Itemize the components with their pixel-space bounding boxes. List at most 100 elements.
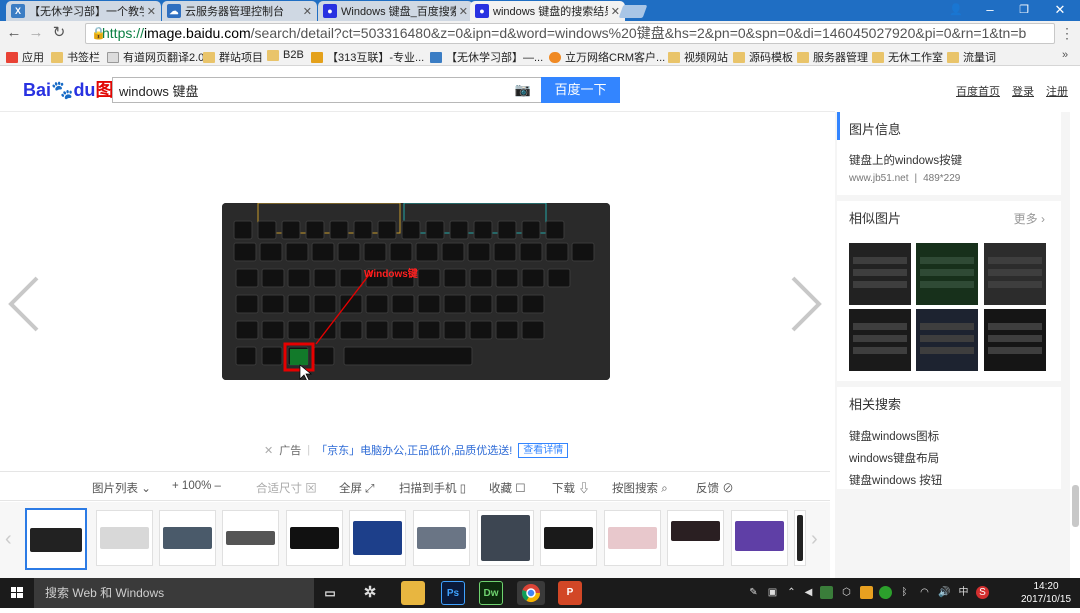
sogou-ime-icon[interactable]: S xyxy=(976,586,989,599)
thumbnail[interactable] xyxy=(794,510,806,566)
dreamweaver-icon[interactable]: Dw xyxy=(479,581,503,605)
photoshop-icon[interactable]: Ps xyxy=(441,581,465,605)
taskbar-search[interactable]: 搜索 Web 和 Windows xyxy=(34,578,314,608)
zoom-out-button[interactable]: – xyxy=(215,480,221,492)
prev-image-arrow-icon[interactable] xyxy=(5,274,45,334)
bookmark-folder[interactable]: B2B xyxy=(267,49,304,61)
zoom-in-button[interactable]: + xyxy=(172,480,179,492)
show-hidden-icons[interactable]: ⌃ xyxy=(785,586,798,599)
thumbnail[interactable] xyxy=(667,510,724,566)
related-search-link[interactable]: windows键盘布局 xyxy=(849,450,939,466)
tab-cloud-console[interactable]: ☁ 云服务器管理控制台 ✕ xyxy=(162,1,317,21)
scan-to-phone-button[interactable]: 扫描到手机 ▯ xyxy=(399,480,466,496)
home-link[interactable]: 百度首页 xyxy=(956,83,1000,99)
user-icon[interactable]: 👤 xyxy=(939,0,973,21)
thumbnail[interactable] xyxy=(477,510,534,566)
close-tab-icon[interactable]: ✕ xyxy=(147,5,156,18)
app-tray-icon[interactable] xyxy=(860,586,873,599)
thumbnail[interactable] xyxy=(349,510,406,566)
forward-arrow-icon[interactable]: → xyxy=(27,24,45,42)
thumbnail[interactable] xyxy=(604,510,661,566)
back-arrow-icon[interactable]: ← xyxy=(5,24,23,42)
similar-image[interactable] xyxy=(984,243,1046,305)
more-similar-link[interactable]: 更多 › xyxy=(1014,210,1045,227)
similar-image[interactable] xyxy=(849,243,911,305)
menu-icon[interactable]: ⋮ xyxy=(1058,24,1076,42)
task-view-icon[interactable]: ▭ xyxy=(318,581,342,605)
ime-lang-indicator[interactable]: 中 xyxy=(957,586,970,599)
fit-size-button[interactable]: 合适尺寸 ⊠ xyxy=(256,480,317,496)
bookmark-folder[interactable]: 流量词 xyxy=(947,49,996,65)
thumbnail[interactable] xyxy=(159,510,216,566)
search-input[interactable] xyxy=(113,78,493,102)
taskbar-clock[interactable]: 14:20 2017/10/15 xyxy=(1016,580,1076,606)
bookmark-folder[interactable]: 群站项目 xyxy=(203,49,263,65)
close-window-button[interactable]: ✕ xyxy=(1043,0,1077,21)
bookmark-apps[interactable]: 应用 xyxy=(6,49,44,65)
bookmark-folder[interactable]: 服务器管理 xyxy=(797,49,868,65)
camera-icon[interactable]: 📷 xyxy=(515,82,531,98)
keyboard-image[interactable]: Windows键 xyxy=(222,203,610,380)
related-search-link[interactable]: 键盘windows 按钮 xyxy=(849,472,942,488)
next-image-arrow-icon[interactable] xyxy=(785,274,825,334)
monitor-tray-icon[interactable]: ▣ xyxy=(766,586,779,599)
restore-button[interactable]: ❐ xyxy=(1007,0,1041,21)
login-link[interactable]: 登录 xyxy=(1012,83,1034,99)
search-by-image-button[interactable]: 按图搜索 ⌕ xyxy=(612,480,668,496)
wifi-icon[interactable]: ◠ xyxy=(918,586,931,599)
ad-detail-button[interactable]: 查看详情 xyxy=(518,442,569,458)
favorite-button[interactable]: 收藏 ☐ xyxy=(489,480,526,496)
similar-image[interactable] xyxy=(849,309,911,371)
search-button[interactable]: 百度一下 xyxy=(541,77,620,103)
thumbnail[interactable] xyxy=(222,510,279,566)
register-link[interactable]: 注册 xyxy=(1046,83,1068,99)
more-bookmarks-icon[interactable]: » xyxy=(1062,49,1068,61)
bookmark-folder[interactable]: 源码模板 xyxy=(733,49,793,65)
similar-image[interactable] xyxy=(916,309,978,371)
thumb-prev-arrow-icon[interactable]: ‹ xyxy=(5,528,19,550)
thumbnail[interactable] xyxy=(96,510,153,566)
thumbnail[interactable] xyxy=(731,510,788,566)
thumbnail[interactable] xyxy=(25,508,87,570)
ad-link[interactable]: 「京东」电脑办公,正品低价,品质优选送! xyxy=(316,442,512,458)
thumbnail[interactable] xyxy=(413,510,470,566)
ime-tray-icon[interactable]: ✎ xyxy=(747,586,760,599)
thumb-next-arrow-icon[interactable]: › xyxy=(811,528,825,550)
file-explorer-icon[interactable] xyxy=(401,581,425,605)
reload-icon[interactable]: ↻ xyxy=(50,24,68,42)
bookmark-link[interactable]: 【313互联】-专业... xyxy=(311,49,424,65)
scrollbar-thumb[interactable] xyxy=(1072,485,1079,527)
thumbnail[interactable] xyxy=(540,510,597,566)
close-tab-icon[interactable]: ✕ xyxy=(303,5,312,18)
similar-image[interactable] xyxy=(916,243,978,305)
minimize-button[interactable]: – xyxy=(973,0,1007,21)
bluetooth-tray-icon[interactable]: ᛒ xyxy=(898,586,911,599)
tab-baidu-search[interactable]: ● Windows 键盘_百度搜索 ✕ xyxy=(318,1,473,21)
tab-wuxiu[interactable]: X 【无休学习部】一个教学 ✕ xyxy=(6,1,161,21)
image-list-toggle[interactable]: 图片列表 ⌄ xyxy=(92,480,151,496)
thumbnail[interactable] xyxy=(286,510,343,566)
bookmark-folder[interactable]: 视频网站 xyxy=(668,49,728,65)
bookmark-link[interactable]: 立万网络CRM客户... xyxy=(549,49,665,65)
tab-image-result[interactable]: ● windows 键盘的搜索结果 ✕ xyxy=(470,1,625,21)
similar-image[interactable] xyxy=(984,309,1046,371)
related-search-link[interactable]: 键盘windows图标 xyxy=(849,428,939,444)
close-ad-icon[interactable]: ✕ xyxy=(264,444,273,457)
fullscreen-button[interactable]: 全屏 ⤢ xyxy=(339,480,374,496)
download-button[interactable]: 下载 ⇩ xyxy=(552,480,590,496)
bookmark-folder[interactable]: 书签栏 xyxy=(51,49,100,65)
new-tab-button[interactable] xyxy=(618,5,648,18)
powerpoint-icon[interactable]: P xyxy=(558,581,582,605)
pinwheel-icon[interactable]: ✲ xyxy=(358,581,382,605)
network-tray-icon[interactable]: ⬡ xyxy=(840,586,853,599)
volume-icon[interactable]: ◀ xyxy=(802,586,815,599)
source-link[interactable]: www.jb51.net xyxy=(849,173,908,184)
image-caption-link[interactable]: 键盘上的windows按键 xyxy=(849,152,962,168)
bookmark-link[interactable]: 【无休学习部】—... xyxy=(430,49,543,65)
windows-start-icon[interactable] xyxy=(0,578,34,608)
speaker-icon[interactable]: 🔊 xyxy=(938,586,951,599)
feedback-button[interactable]: 反馈 ⊘ xyxy=(696,480,734,496)
green-tray-icon[interactable] xyxy=(879,586,892,599)
bookmark-link[interactable]: 有道网页翻译2.0 xyxy=(107,49,204,65)
address-bar[interactable]: 🔒 https://image.baidu.com/search/detail?… xyxy=(85,23,1055,44)
